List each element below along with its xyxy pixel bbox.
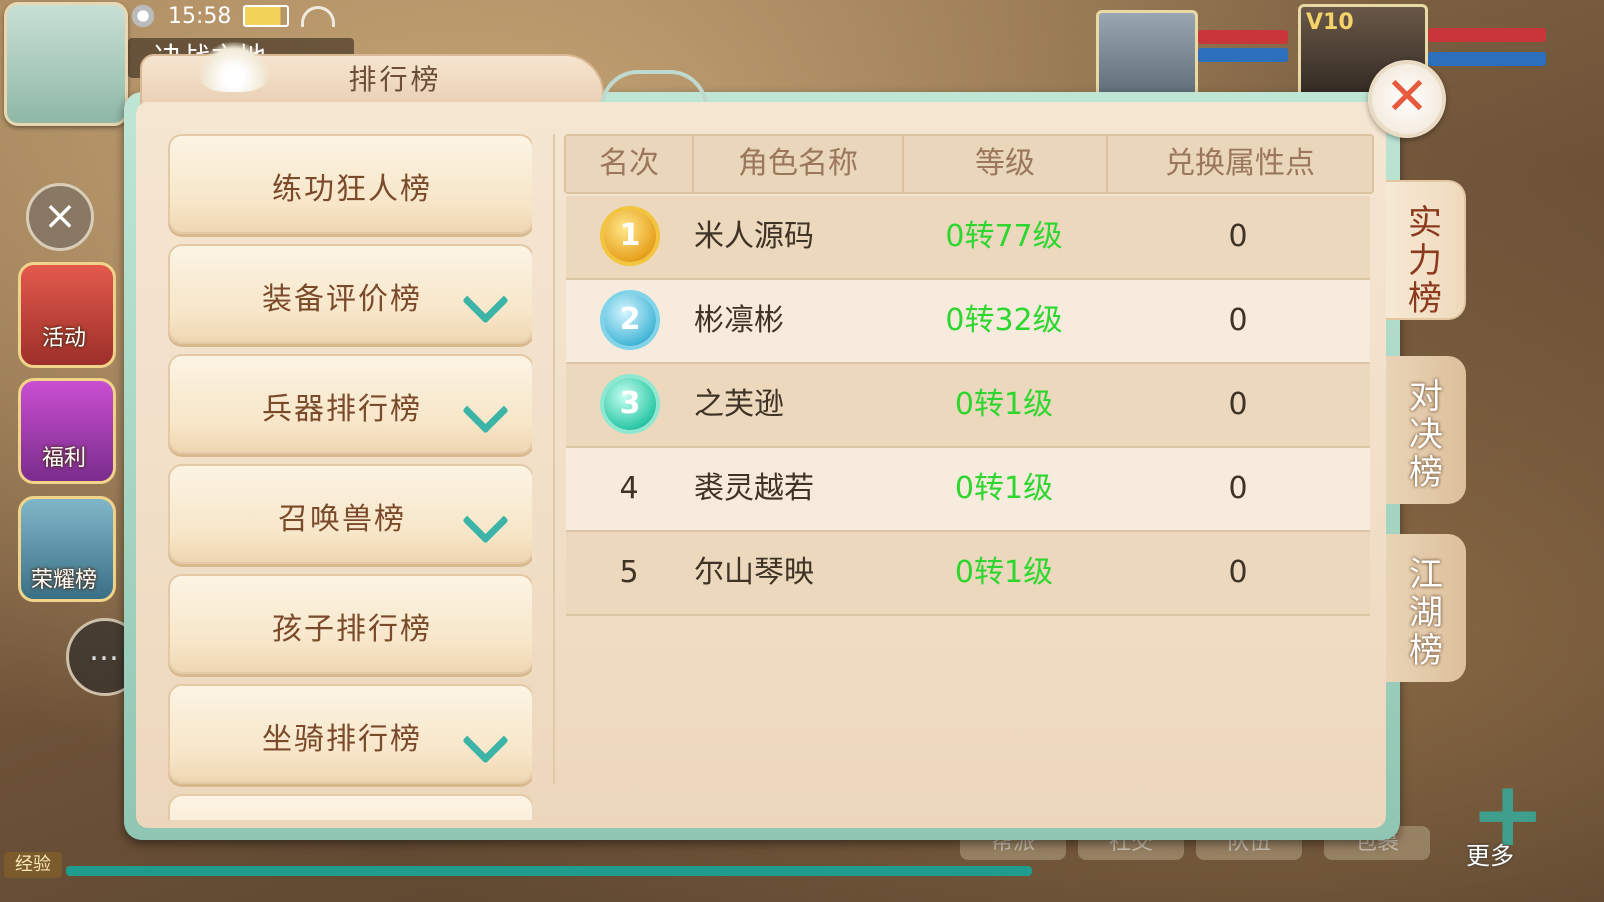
gold-medal-icon: 1 (604, 210, 656, 262)
table-row[interactable]: 3 之芙逊 0转1级 0 (566, 364, 1370, 448)
category-mount-ranking[interactable]: 坐骑排行榜 (168, 684, 532, 784)
tab-jianghu-ranking[interactable]: 江湖榜 (1386, 534, 1466, 682)
category-equipment-ranking[interactable]: 装备评价榜 (168, 244, 532, 344)
role-level: 0转1级 (954, 387, 1054, 422)
player-mp-bar (1428, 52, 1546, 66)
panel-title: 排行榜 (348, 63, 442, 96)
clock-time: 15:58 (168, 3, 232, 29)
list-divider (553, 134, 555, 784)
silver-medal-icon: 2 (604, 294, 656, 346)
role-name: 彬凛彬 (694, 303, 784, 338)
header-attribute-points: 兑换属性点 (1165, 146, 1315, 181)
tab-label: 对决榜 (1409, 377, 1443, 493)
status-bar: 15:58 (130, 2, 336, 30)
exp-bar (66, 866, 1032, 876)
category-label: 孩子排行榜 (272, 612, 432, 647)
header-rank: 名次 (566, 136, 694, 192)
close-icon[interactable]: ✕ (1368, 60, 1446, 138)
role-level: 0转1级 (954, 555, 1054, 590)
attribute-points: 0 (1228, 303, 1248, 338)
pet-portrait[interactable] (1096, 10, 1198, 102)
category-summon-ranking[interactable]: 召唤兽榜 (168, 464, 532, 564)
role-name: 米人源码 (694, 219, 814, 254)
category-child-ranking[interactable]: 孩子排行榜 (168, 574, 532, 674)
category-practice-ranking[interactable]: 练功狂人榜 (168, 134, 532, 234)
category-list[interactable]: 练功狂人榜 装备评价榜 兵器排行榜 召唤兽榜 孩子排行榜 坐骑排行榜 (168, 134, 532, 820)
category-weapon-ranking[interactable]: 兵器排行榜 (168, 354, 532, 454)
tab-duel-ranking[interactable]: 对决榜 (1386, 356, 1466, 504)
tab-label: 江湖榜 (1409, 555, 1443, 671)
gear-icon[interactable] (130, 3, 156, 29)
player-hp-bar (1428, 28, 1546, 42)
attribute-points: 0 (1228, 219, 1248, 254)
attribute-points: 0 (1228, 471, 1248, 506)
role-level: 0转1级 (954, 471, 1054, 506)
category-label: 练功狂人榜 (272, 172, 432, 207)
table-row[interactable]: 4 裘灵越若 0转1级 0 (566, 448, 1370, 532)
rank-number: 5 (619, 555, 639, 590)
tab-strength-ranking[interactable]: 实力榜 (1386, 180, 1466, 320)
welfare-label: 福利 (41, 446, 86, 471)
pet-hp-bar (1198, 30, 1288, 44)
role-name: 尔山琴映 (694, 555, 814, 590)
table-row[interactable]: 5 尔山琴映 0转1级 0 (566, 532, 1370, 616)
battery-icon (243, 5, 290, 27)
role-name: 裘灵越若 (694, 471, 814, 506)
role-name: 之芙逊 (694, 387, 784, 422)
honor-label: 荣耀榜 (30, 568, 97, 593)
attribute-points: 0 (1228, 387, 1248, 422)
rank-number: 4 (619, 471, 639, 506)
category-next-partial[interactable] (168, 794, 532, 820)
role-level: 0转77级 (945, 219, 1063, 254)
more-button[interactable]: 更多 (1466, 836, 1514, 871)
lotus-icon (196, 42, 272, 92)
collapse-menu-icon[interactable]: × (26, 183, 94, 251)
header-role-name: 角色名称 (694, 136, 904, 192)
activity-icon[interactable] (18, 262, 116, 368)
vip-badge: V10 (1306, 10, 1354, 35)
activity-label: 活动 (41, 326, 86, 351)
attribute-points: 0 (1228, 555, 1248, 590)
table-row[interactable]: 1 米人源码 0转77级 0 (566, 196, 1370, 280)
wifi-icon (301, 5, 336, 27)
map-button[interactable] (4, 2, 128, 126)
table-header: 名次 角色名称 等级 兑换属性点 (564, 134, 1374, 194)
role-level: 0转32级 (945, 303, 1063, 338)
tab-label: 实力榜 (1408, 203, 1442, 319)
exp-label: 经验 (4, 852, 62, 878)
bronze-medal-icon: 3 (604, 378, 656, 430)
pet-mp-bar (1198, 48, 1288, 62)
header-level: 等级 (904, 136, 1108, 192)
table-row[interactable]: 2 彬凛彬 0转32级 0 (566, 280, 1370, 364)
